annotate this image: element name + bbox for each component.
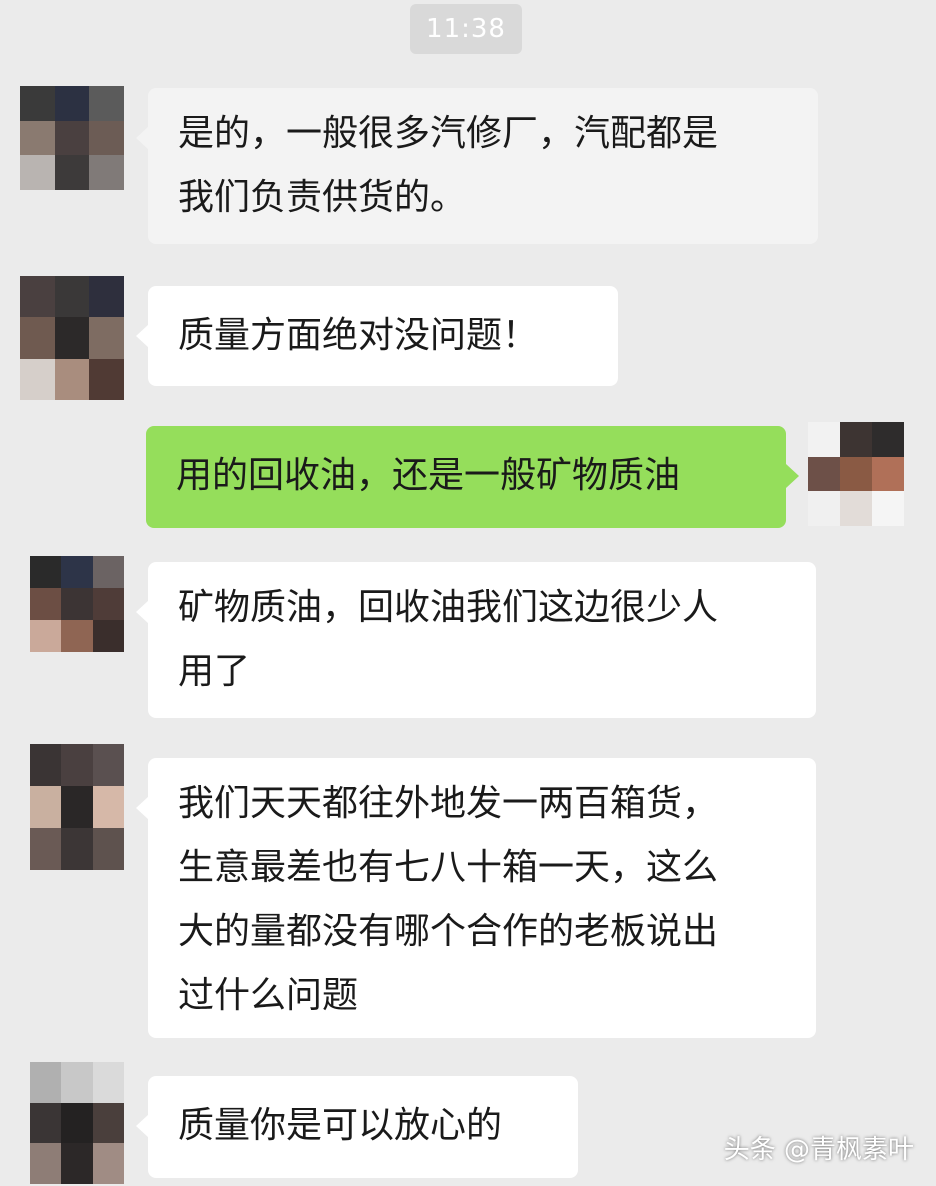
avatar-pixel (20, 317, 55, 359)
avatar-pixel (54, 120, 90, 156)
avatar-pixel (840, 491, 872, 526)
message-timestamp: 11:38 (410, 4, 522, 54)
avatar-pixel (20, 120, 55, 156)
avatar-pixel (61, 744, 93, 786)
avatar-pixel (20, 358, 55, 400)
avatar-pixel (61, 1102, 93, 1144)
avatar-pixel (92, 620, 124, 652)
contact-avatar[interactable] (30, 744, 124, 870)
avatar-pixel (840, 422, 872, 457)
avatar-pixel (89, 317, 124, 359)
avatar-pixel (61, 620, 93, 652)
avatar-pixel (61, 588, 93, 620)
avatar-pixel (30, 828, 62, 870)
message-bubble[interactable]: 我们天天都往外地发一两百箱货， 生意最差也有七八十箱一天，这么 大的量都没有哪个… (136, 758, 816, 1038)
avatar-pixel (92, 1102, 124, 1144)
avatar-pixel (89, 358, 124, 400)
avatar-pixel (30, 744, 62, 786)
avatar-pixel (92, 828, 124, 870)
self-avatar[interactable] (808, 422, 904, 526)
avatar-pixel (872, 491, 904, 526)
avatar-pixel (61, 556, 93, 588)
contact-avatar[interactable] (30, 556, 124, 652)
avatar-pixel (30, 786, 62, 828)
avatar-pixel (92, 556, 124, 588)
avatar-pixel (92, 1062, 124, 1103)
avatar-pixel (20, 155, 55, 190)
contact-avatar[interactable] (20, 276, 124, 400)
avatar-pixel (30, 1102, 62, 1144)
message-bubble-self[interactable]: 用的回收油，还是一般矿物质油 (146, 426, 799, 528)
avatar-pixel (61, 786, 93, 828)
contact-avatar[interactable] (30, 1062, 124, 1184)
avatar-pixel (54, 276, 90, 318)
watermark: 头条 @青枫素叶 (723, 1135, 914, 1165)
avatar-pixel (30, 1062, 62, 1103)
avatar-pixel (808, 491, 840, 526)
avatar-pixel (872, 422, 904, 457)
avatar-pixel (808, 422, 840, 457)
avatar-pixel (92, 1143, 124, 1184)
avatar-pixel (54, 317, 90, 359)
avatar-pixel (54, 358, 90, 400)
avatar-pixel (20, 276, 55, 318)
message-bubble[interactable]: 矿物质油，回收油我们这边很少人 用了 (136, 562, 816, 718)
avatar-pixel (89, 155, 124, 190)
avatar-pixel (54, 86, 90, 121)
avatar-pixel (92, 786, 124, 828)
avatar-pixel (89, 276, 124, 318)
message-bubble[interactable]: 是的，一般很多汽修厂，汽配都是 我们负责供货的。 (136, 88, 818, 244)
avatar-pixel (30, 556, 62, 588)
avatar-pixel (61, 1143, 93, 1184)
contact-avatar[interactable] (20, 86, 124, 190)
avatar-pixel (92, 744, 124, 786)
avatar-pixel (54, 155, 90, 190)
avatar-pixel (92, 588, 124, 620)
avatar-pixel (30, 588, 62, 620)
avatar-pixel (840, 456, 872, 492)
avatar-pixel (808, 456, 840, 492)
avatar-pixel (20, 86, 55, 121)
avatar-pixel (872, 456, 904, 492)
message-bubble[interactable]: 质量你是可以放心的 (136, 1076, 578, 1178)
avatar-pixel (61, 1062, 93, 1103)
message-bubble[interactable]: 质量方面绝对没问题！ (136, 286, 618, 386)
avatar-pixel (30, 620, 62, 652)
avatar-pixel (89, 120, 124, 156)
avatar-pixel (89, 86, 124, 121)
avatar-pixel (61, 828, 93, 870)
avatar-pixel (30, 1143, 62, 1184)
